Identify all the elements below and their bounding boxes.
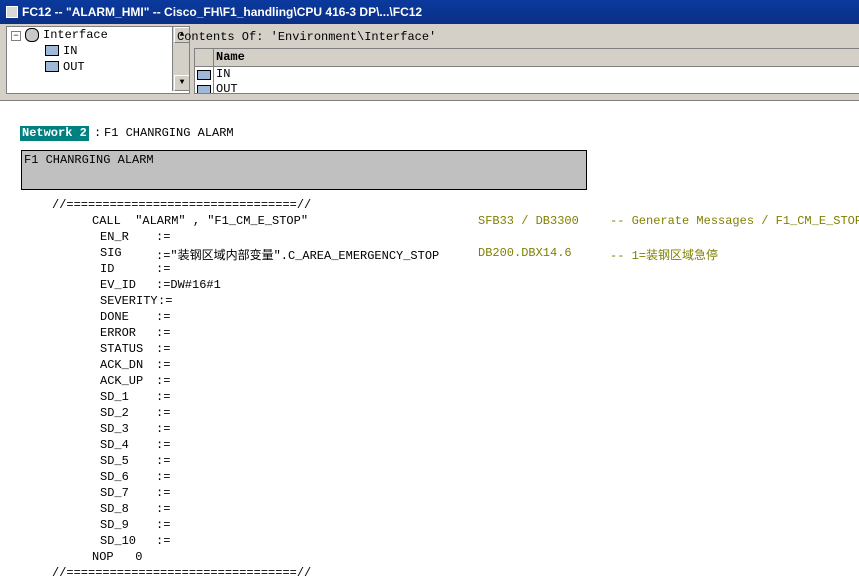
param-assignment[interactable]: := <box>156 406 170 420</box>
window-icon <box>6 6 18 18</box>
param-assignment[interactable]: := <box>156 262 170 276</box>
tree-item-in[interactable]: IN <box>45 43 77 59</box>
code-editor[interactable]: Network 2 : F1 CHANRGING ALARM F1 CHANRG… <box>0 101 859 580</box>
window-title: FC12 -- "ALARM_HMI" -- Cisco_FH\F1_handl… <box>22 5 423 19</box>
grid-column-separator <box>213 49 214 93</box>
param-assignment[interactable]: := <box>156 470 170 484</box>
param-name: SD_8 <box>100 502 129 516</box>
tree-item-out[interactable]: OUT <box>45 59 85 75</box>
separator-bottom: //================================// <box>52 566 312 580</box>
param-assignment[interactable]: := <box>156 438 170 452</box>
grid-header: Name <box>195 49 859 67</box>
scroll-down-icon[interactable]: ▼ <box>174 75 189 91</box>
param-assignment[interactable]: := <box>156 358 170 372</box>
param-name: ID <box>100 262 115 276</box>
param-name: STATUS <box>100 342 144 356</box>
param-assignment[interactable]: := <box>156 486 170 500</box>
parameter-icon <box>45 45 59 57</box>
network-comment-box[interactable]: F1 CHANRGING ALARM <box>21 150 587 190</box>
pane-splitter[interactable] <box>0 94 859 101</box>
param-assignment[interactable]: := <box>156 502 170 516</box>
parameter-icon <box>197 70 211 80</box>
param-name: SD_7 <box>100 486 129 500</box>
param-assignment[interactable]: :="装钢区域内部变量".C_AREA_EMERGENCY_STOP <box>156 246 439 263</box>
param-assignment[interactable]: := <box>156 454 170 468</box>
param-name: SD_10 <box>100 534 137 548</box>
interface-icon <box>25 27 39 42</box>
contents-of-label: Contents Of: 'Environment\Interface' <box>177 30 437 44</box>
param-assignment[interactable]: := <box>156 390 170 404</box>
param-assignment[interactable]: := <box>156 326 170 340</box>
column-header-name[interactable]: Name <box>216 50 245 64</box>
param-name: ACK_DN <box>100 358 144 372</box>
parameter-icon <box>197 85 211 93</box>
param-name: DONE <box>100 310 129 324</box>
param-assignment[interactable]: := <box>156 230 170 244</box>
param-name: SD_3 <box>100 422 129 436</box>
grid-row-in[interactable]: IN <box>216 67 230 81</box>
param-name: SD_9 <box>100 518 129 532</box>
network-separator: : <box>94 126 102 140</box>
param-assignment[interactable]: := <box>156 374 170 388</box>
sig-address: DB200.DBX14.6 <box>478 246 572 260</box>
param-assignment[interactable]: := <box>156 518 170 532</box>
interface-tree[interactable]: − Interface IN OUT ▲ ▼ <box>6 26 190 94</box>
param-name: SD_1 <box>100 390 129 404</box>
collapse-icon[interactable]: − <box>11 31 21 41</box>
tree-item-interface[interactable]: Interface <box>25 27 108 43</box>
param-assignment[interactable]: := <box>158 294 172 308</box>
param-name: SD_2 <box>100 406 129 420</box>
window-title-bar: FC12 -- "ALARM_HMI" -- Cisco_FH\F1_handl… <box>0 0 859 24</box>
call-block-address: SFB33 / DB3300 <box>478 214 579 228</box>
call-statement[interactable]: CALL "ALARM" , "F1_CM_E_STOP" <box>92 214 308 228</box>
param-assignment[interactable]: := <box>156 534 170 548</box>
param-name: ACK_UP <box>100 374 144 388</box>
grid-row-out[interactable]: OUT <box>216 82 238 93</box>
sig-comment: -- 1=装钢区域急停 <box>610 249 719 263</box>
param-name: SD_6 <box>100 470 129 484</box>
parameter-icon <box>45 61 59 73</box>
nop-statement[interactable]: NOP 0 <box>92 550 142 564</box>
param-name: SIG <box>100 246 122 260</box>
param-name: EN_R <box>100 230 129 244</box>
param-assignment[interactable]: := <box>156 310 170 324</box>
param-assignment[interactable]: :=DW#16#1 <box>156 278 221 292</box>
interface-grid[interactable]: Name IN OUT <box>194 48 859 94</box>
param-name: SEVERITY <box>100 294 158 308</box>
param-name: SD_4 <box>100 438 129 452</box>
param-name: EV_ID <box>100 278 137 292</box>
param-assignment[interactable]: := <box>156 422 170 436</box>
call-comment: -- Generate Messages / F1_CM_E_STOP <box>610 214 859 228</box>
param-name: SD_5 <box>100 454 129 468</box>
param-assignment[interactable]: := <box>156 342 170 356</box>
separator-top: //================================// <box>52 198 312 212</box>
network-title[interactable]: F1 CHANRGING ALARM <box>104 126 234 140</box>
network-comment: F1 CHANRGING ALARM <box>24 153 154 167</box>
param-name: ERROR <box>100 326 137 340</box>
network-label[interactable]: Network 2 <box>20 126 89 141</box>
